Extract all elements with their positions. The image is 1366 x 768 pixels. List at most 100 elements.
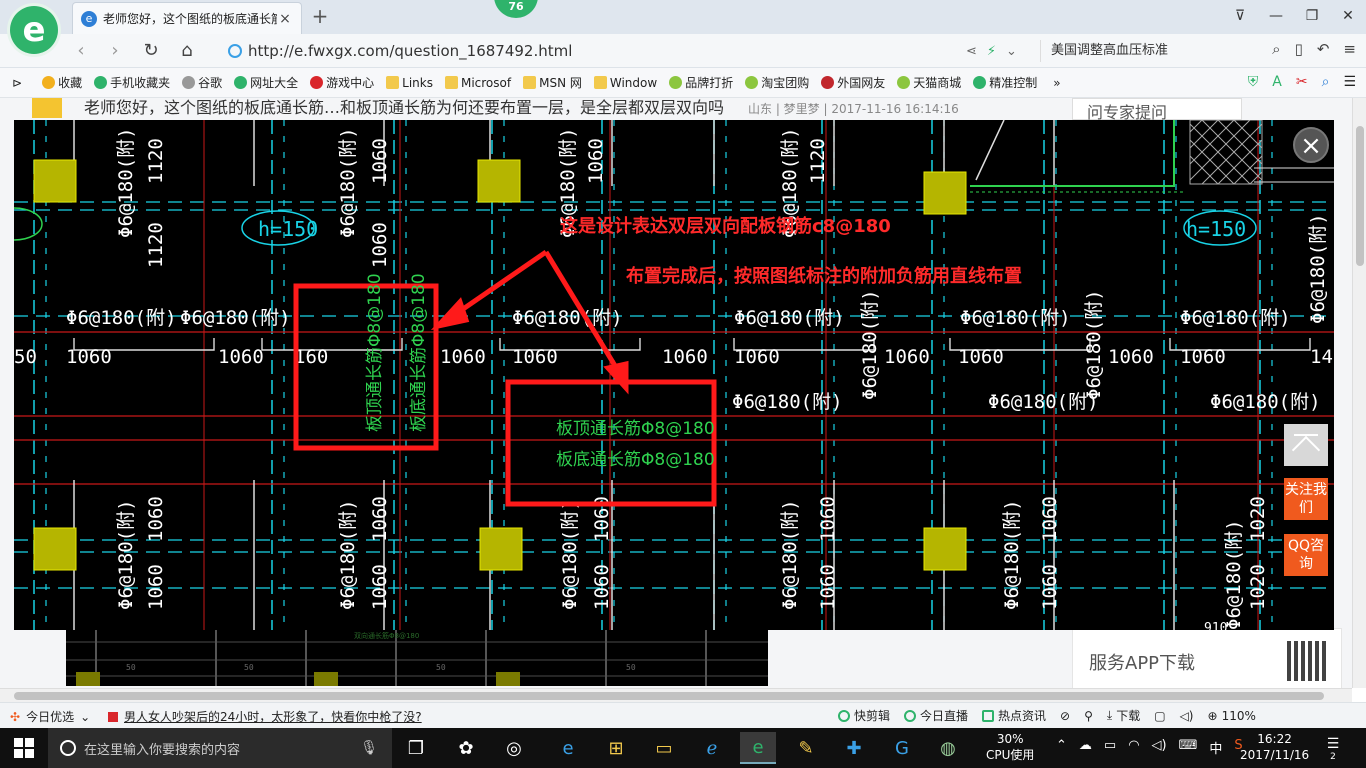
rebar-label: Φ6@180(附) [512, 307, 623, 329]
taskbar-clock[interactable]: 16:22 2017/11/16 [1240, 731, 1309, 763]
sidebar-toggle-icon[interactable]: ⊳ [12, 76, 22, 90]
today-pick[interactable]: ✣ 今日优选 ⌄ [10, 708, 90, 725]
undo-icon[interactable]: ↶ [1317, 40, 1330, 58]
cloud-icon[interactable]: ☁ [1079, 738, 1092, 757]
wifi-icon[interactable]: ◠ [1128, 738, 1139, 757]
hot-search-field[interactable]: 美国调整高血压标准 [1040, 40, 1240, 62]
live-today-label: 今日直播 [920, 709, 969, 723]
bookmark-item[interactable]: 游戏中心 [310, 74, 374, 91]
maximize-button[interactable]: ❐ [1294, 0, 1330, 32]
share-icon[interactable]: ⋖ [966, 44, 977, 59]
speed-badge[interactable]: 76 [494, 0, 538, 18]
mobile-icon[interactable]: ▯ [1295, 40, 1303, 58]
window-icon[interactable]: ▢ [1154, 709, 1165, 723]
speed-icon[interactable]: ⊘ [1060, 709, 1070, 723]
vertical-scrollbar[interactable] [1352, 98, 1366, 688]
rebar-label: Φ6@180(附) [1083, 289, 1105, 400]
bookmark-item[interactable]: Window [593, 74, 657, 91]
cad-rebar-labels: Φ6@180(附) Φ6@180(附) Φ6@180(附) Φ6@180(附) Φ6@1… [66, 127, 1329, 630]
notes-app-icon[interactable]: ✎ [788, 732, 824, 764]
bookmark-item[interactable]: 谷歌 [182, 74, 222, 91]
edge-browser-icon[interactable]: e [550, 732, 586, 764]
back-to-top-button[interactable] [1284, 424, 1328, 466]
reload-icon[interactable]: ↻ [138, 38, 164, 64]
volume-icon[interactable]: ◁) [1152, 738, 1167, 757]
rebar-label: Φ6@180(附) [960, 307, 1071, 329]
dimension-label: 1060 [817, 564, 839, 610]
rebar-label: Φ6@180(附) [559, 499, 581, 610]
back-arrow-icon[interactable]: ‹ [68, 38, 94, 64]
store-icon[interactable]: ⊞ [598, 732, 634, 764]
shield-icon[interactable]: ⛨ [1248, 74, 1259, 90]
horizontal-scrollbar[interactable] [0, 688, 1352, 702]
bookmark-item[interactable]: Microsof [444, 74, 511, 91]
file-explorer-icon[interactable]: ▭ [646, 732, 682, 764]
tab-close-button[interactable]: × [277, 11, 293, 27]
hot-news-button[interactable]: 热点资讯 [982, 707, 1046, 724]
keyboard-icon[interactable]: ⌨ [1179, 738, 1198, 757]
magnifier-icon[interactable]: ⌕ [1322, 74, 1330, 90]
news-ticker[interactable]: 男人女人吵架后的24小时，太形象了，快看你中枪了没? [108, 708, 422, 725]
ime-label[interactable]: 中 [1209, 738, 1222, 757]
network-app-icon[interactable]: ✚ [836, 732, 872, 764]
live-today-button[interactable]: 今日直播 [904, 707, 968, 724]
pin-tool-icon[interactable]: ⚲ [1084, 709, 1093, 723]
download-button[interactable]: ⤓ 下载 [1107, 707, 1140, 724]
bookmark-item[interactable]: 淘宝团购 [745, 74, 809, 91]
action-center-button[interactable]: ☰ 2 [1322, 736, 1344, 762]
bookmark-item[interactable]: MSN 网 [523, 74, 582, 91]
taskbar-search-field[interactable]: 在这里输入你要搜索的内容 🎙 [48, 728, 392, 768]
forward-arrow-icon[interactable]: › [102, 38, 128, 64]
bookmark-item[interactable]: 网址大全 [234, 74, 298, 91]
lightning-icon[interactable]: ⚡ [987, 44, 996, 59]
task-view-icon[interactable]: ❐ [398, 732, 434, 764]
spiral-app-icon[interactable]: ◎ [496, 732, 532, 764]
app-download-panel[interactable]: 服务APP下载 [1072, 628, 1342, 688]
follow-us-button[interactable]: 关注我们 [1284, 478, 1328, 520]
qq-consult-button[interactable]: QQ咨询 [1284, 534, 1328, 576]
bookmark-item[interactable]: 收藏 [42, 74, 82, 91]
translate-icon[interactable]: A [1272, 74, 1282, 90]
question-icon [32, 98, 62, 118]
bookmark-item[interactable]: 天猫商城 [897, 74, 961, 91]
cpu-usage[interactable]: 30% CPU使用 [986, 731, 1034, 763]
home-icon[interactable]: ⌂ [174, 38, 200, 64]
bookmarks-list: 收藏 手机收藏夹 谷歌 网址大全 游戏中心 Links Microsof MSN 网 Windo… [42, 74, 1049, 91]
new-tab-button[interactable]: + [308, 4, 332, 28]
bookmark-item[interactable]: 品牌打折 [669, 74, 733, 91]
phone-icon [94, 76, 108, 89]
globe-app-icon[interactable]: ◍ [930, 732, 966, 764]
tab-question[interactable]: e 老师您好，这个图纸的板底通长筋 × [72, 2, 302, 34]
windows-start-icon[interactable] [14, 738, 34, 758]
rebar-label: Φ6@180(附) [337, 127, 359, 238]
g-app-icon[interactable]: G [884, 732, 920, 764]
url-text: http://e.fwxgx.com/question_1687492.html [248, 42, 573, 60]
scissors-icon[interactable]: ✂ [1296, 74, 1308, 90]
more-icon[interactable]: ☰ [1343, 74, 1356, 90]
bookmark-item[interactable]: 精准控制 [973, 74, 1037, 91]
chevron-down-icon[interactable]: ⌄ [1006, 44, 1017, 59]
close-window-button[interactable]: ✕ [1330, 0, 1366, 32]
url-field[interactable]: http://e.fwxgx.com/question_1687492.html [228, 40, 958, 62]
pin-button[interactable]: ⊽ [1222, 0, 1258, 32]
microphone-icon[interactable]: 🎙 [360, 740, 378, 756]
mute-icon[interactable]: ◁) [1180, 709, 1194, 723]
chevron-up-icon[interactable]: ⌃ [1056, 738, 1067, 757]
360-browser-icon[interactable]: e [740, 732, 776, 764]
pinwheel-app-icon[interactable]: ✿ [448, 732, 484, 764]
bookmark-item[interactable]: Links [386, 74, 433, 91]
battery-icon[interactable]: ▭ [1104, 738, 1116, 757]
ie-browser-icon[interactable]: ℯ [694, 732, 730, 764]
close-image-button[interactable]: × [1293, 127, 1329, 163]
menu-icon[interactable]: ≡ [1343, 40, 1356, 58]
news-link[interactable]: 男人女人吵架后的24小时，太形象了，快看你中枪了没? [124, 708, 422, 725]
bookmark-item[interactable]: 外国网友 [821, 74, 885, 91]
zoom-control[interactable]: ⊕ 110% [1208, 709, 1256, 723]
bookmarks-more-button[interactable]: » [1053, 76, 1060, 90]
quick-edit-button[interactable]: 快剪辑 [838, 707, 890, 724]
bookmark-item[interactable]: 手机收藏夹 [94, 74, 170, 91]
minimize-button[interactable]: — [1258, 0, 1294, 32]
browser-logo-icon[interactable]: e [10, 6, 58, 54]
ask-expert-button[interactable]: 问专家提问 [1072, 98, 1242, 122]
search-icon[interactable]: ⌕ [1272, 40, 1280, 58]
